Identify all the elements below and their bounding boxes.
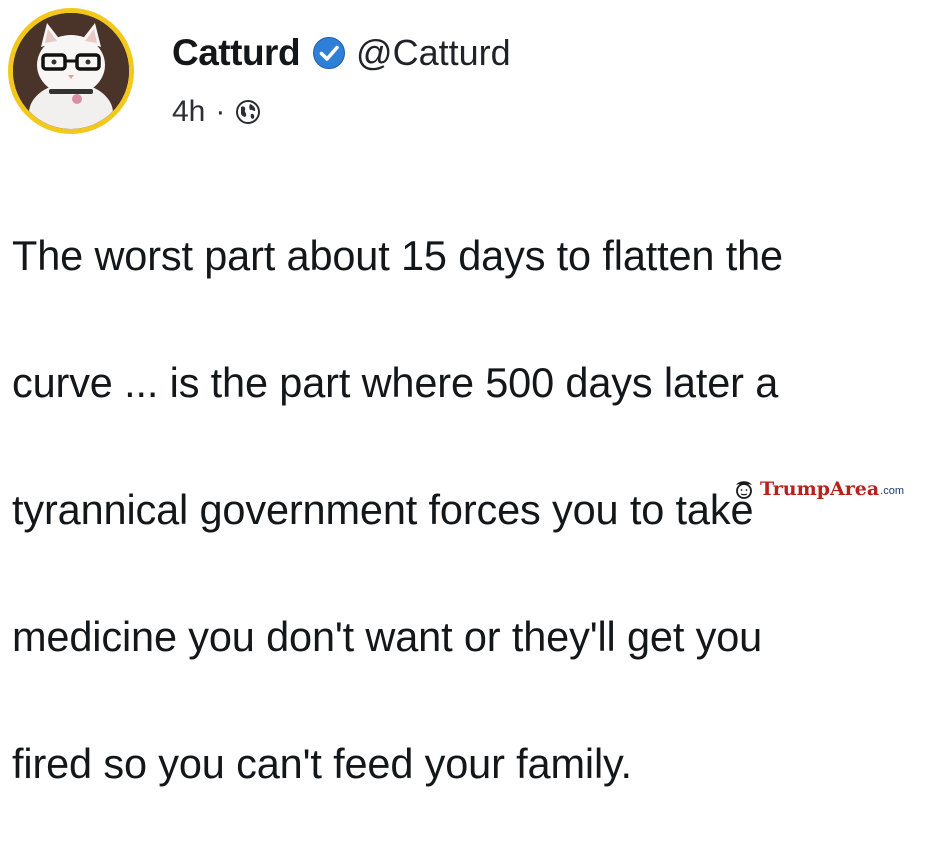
globe-icon [235, 99, 261, 125]
cat-with-glasses-illustration [13, 13, 129, 129]
watermark: TrumpArea .com [733, 478, 904, 500]
verified-badge-icon [312, 36, 346, 70]
watermark-tld: .com [880, 485, 904, 497]
trump-logo-icon [733, 479, 755, 499]
post-text-line: curve ... is the part where 500 days lat… [12, 358, 779, 406]
avatar[interactable] [8, 8, 134, 134]
post-text: The worst part about 15 days to flatten … [12, 160, 930, 859]
post-text-line: The worst part about 15 days to flatten … [12, 231, 783, 279]
meta-separator: · [215, 95, 226, 128]
social-post: Catturd @Catturd 4h · The worst part abo… [0, 0, 940, 787]
post-timestamp[interactable]: 4h [172, 95, 205, 129]
author-handle[interactable]: @Catturd [356, 32, 511, 74]
post-meta: 4h · [172, 90, 261, 134]
post-text-line: fired so you can't feed your family. [12, 739, 632, 787]
author-display-name[interactable]: Catturd [172, 32, 301, 74]
watermark-brand: TrumpArea [760, 478, 880, 500]
avatar-image [13, 13, 129, 129]
post-text-line: medicine you don't want or they'll get y… [12, 612, 763, 660]
author-row: Catturd @Catturd [172, 30, 511, 76]
